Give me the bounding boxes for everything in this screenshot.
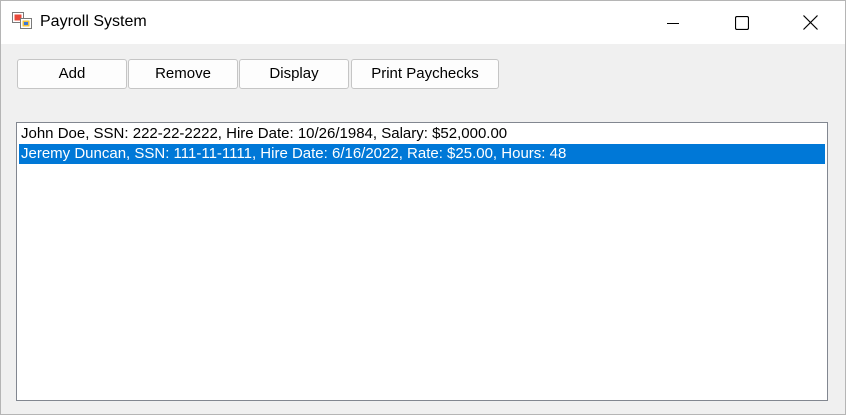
add-button[interactable]: Add bbox=[17, 59, 127, 89]
app-icon bbox=[12, 12, 32, 30]
display-button[interactable]: Display bbox=[239, 59, 349, 89]
close-icon bbox=[803, 15, 818, 30]
minimize-button[interactable] bbox=[638, 1, 707, 44]
list-item-selected[interactable]: Jeremy Duncan, SSN: 111-11-1111, Hire Da… bbox=[19, 144, 825, 164]
employee-listbox[interactable]: John Doe, SSN: 222-22-2222, Hire Date: 1… bbox=[16, 122, 828, 401]
maximize-button[interactable] bbox=[707, 1, 776, 44]
list-item[interactable]: John Doe, SSN: 222-22-2222, Hire Date: 1… bbox=[19, 124, 825, 144]
minimize-icon bbox=[666, 17, 679, 29]
close-button[interactable] bbox=[776, 1, 845, 44]
window-title: Payroll System bbox=[40, 13, 147, 30]
remove-button[interactable]: Remove bbox=[128, 59, 238, 89]
title-bar[interactable]: Payroll System bbox=[1, 1, 845, 44]
print-paychecks-button[interactable]: Print Paychecks bbox=[351, 59, 499, 89]
maximize-icon bbox=[734, 15, 749, 30]
payroll-window: Payroll System Add Remove Display Print … bbox=[0, 0, 846, 415]
